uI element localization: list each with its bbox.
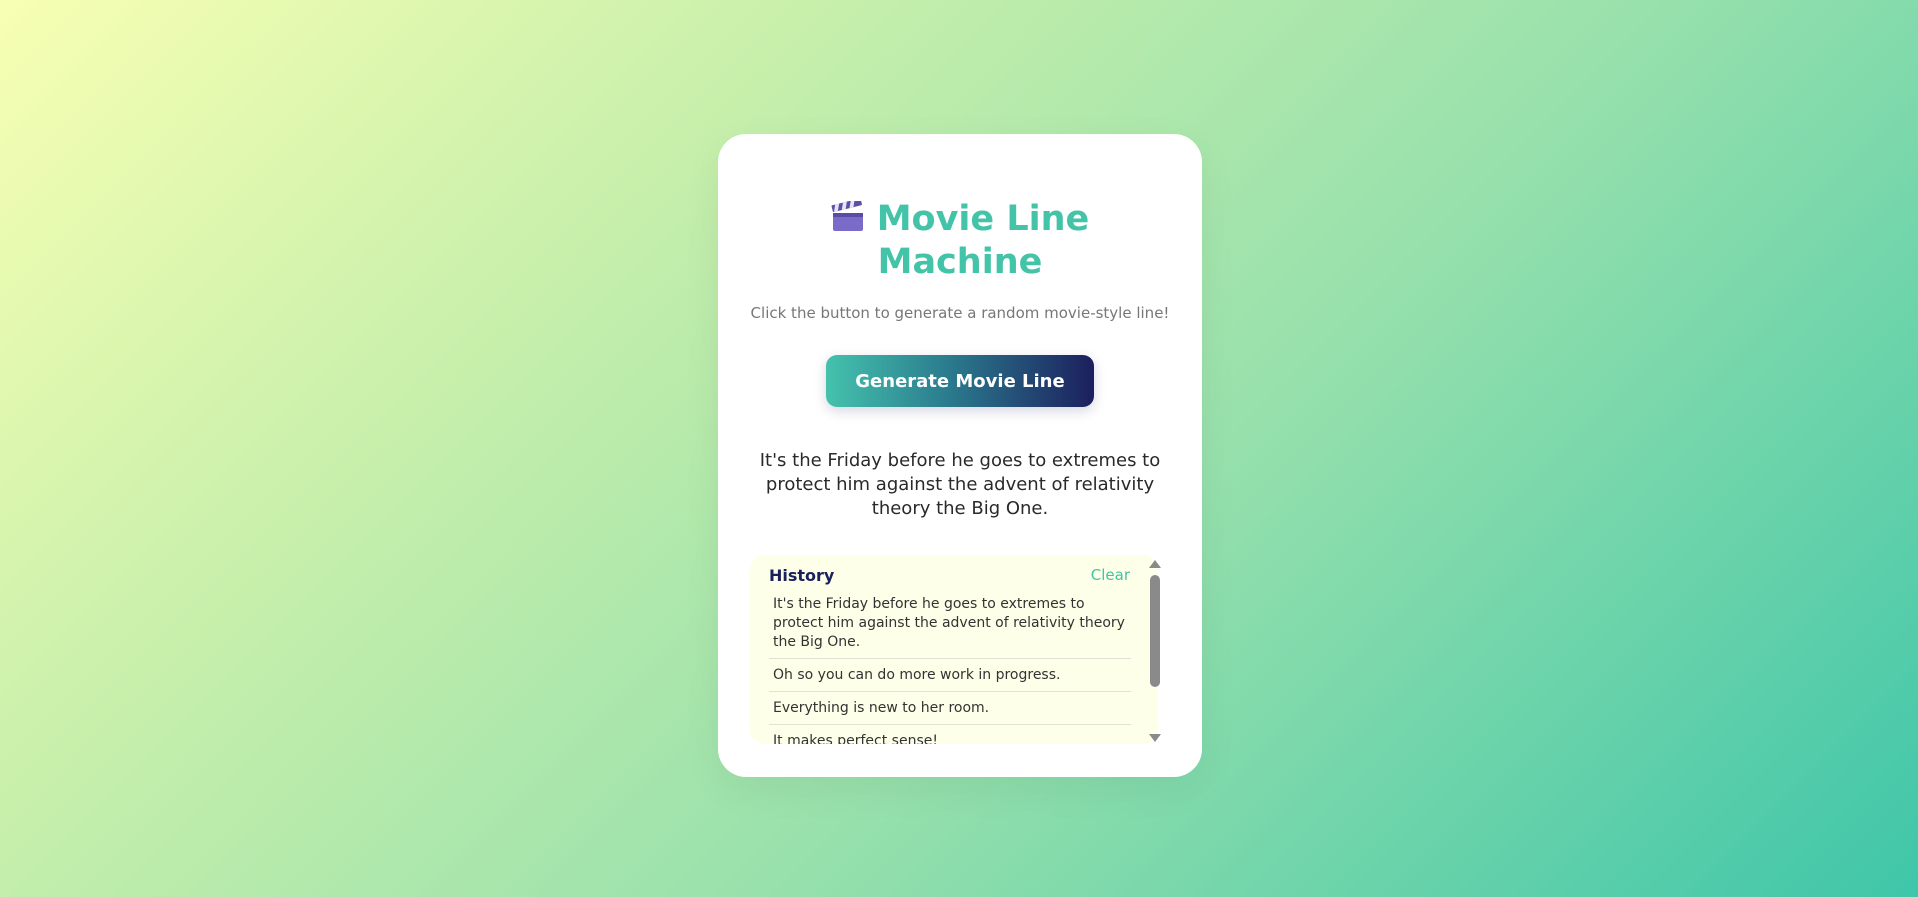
- scroll-down-arrow-icon[interactable]: [1149, 734, 1161, 742]
- history-panel: History Clear It's the Friday before he …: [750, 555, 1158, 744]
- history-header: History Clear: [769, 566, 1130, 588]
- current-movie-line: It's the Friday before he goes to extrem…: [759, 450, 1161, 519]
- history-item: Everything is new to her room.: [769, 699, 1131, 725]
- history-scrollbar[interactable]: [1147, 557, 1163, 745]
- history-item: It's the Friday before he goes to extrem…: [769, 595, 1131, 659]
- title-line-1: Movie Line: [876, 199, 1090, 239]
- scroll-up-arrow-icon[interactable]: [1149, 560, 1161, 568]
- generate-movie-line-button[interactable]: Generate Movie Line: [826, 355, 1094, 407]
- history-item: Oh so you can do more work in progress.: [769, 666, 1131, 692]
- clear-history-button[interactable]: Clear: [1091, 566, 1130, 584]
- title-line-2: Machine: [877, 242, 1043, 282]
- history-title: History: [769, 566, 835, 585]
- history-item: It makes perfect sense!: [769, 732, 1131, 744]
- history-list: It's the Friday before he goes to extrem…: [769, 595, 1131, 744]
- movie-line-card: Movie Line Machine Click the button to g…: [718, 134, 1202, 777]
- page-title: Movie Line Machine: [718, 198, 1202, 284]
- subtitle: Click the button to generate a random mo…: [750, 304, 1170, 322]
- scrollbar-thumb[interactable]: [1150, 575, 1160, 687]
- clapperboard-icon: [831, 201, 863, 231]
